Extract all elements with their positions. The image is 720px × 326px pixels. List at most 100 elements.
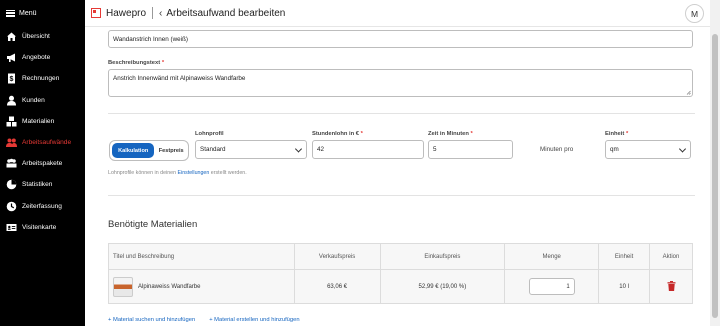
einheit-label-text: Einheit [605,131,625,137]
table-row: Alpinaweiss Wandfarbe 63,06 € 52,99 € (1… [108,269,693,304]
menge-input[interactable]: 1 [528,278,575,295]
column-header: Aktion [649,243,693,270]
sidebar-item-label: Rechnungen [22,75,60,83]
sidebar-item-label: Arbeitspakete [22,160,63,168]
sidebar-item-label: Statistiken [22,181,53,189]
svg-text:$: $ [10,76,14,83]
search-material-link[interactable]: + Material suchen und hinzufügen [108,317,195,323]
einheit-label: Einheit * [605,131,628,137]
sidebar-item-arbeitspakete[interactable]: Arbeitspakete [0,153,85,174]
sidebar-item-statistiken[interactable]: Statistiken [0,174,85,195]
top-bar: Hawepro ‹ Arbeitsaufwand bearbeiten M [85,0,710,27]
menge-cell: 1 [504,269,600,304]
material-title: Alpinaweiss Wandfarbe [138,283,201,290]
einkaufspreis-cell: 52,99 € (19,00 %) [380,269,506,304]
hamburger-icon [6,9,15,17]
package-icon [6,158,17,169]
materials-table: Titel und Beschreibung Verkaufspreis Ein… [108,243,693,304]
stundenlohn-input[interactable]: 42 [312,140,424,159]
required-mark: * [625,131,629,137]
einheit-cell: 10 l [598,269,651,304]
menu-toggle[interactable]: Menü [6,6,37,20]
sidebar-item-visitenkarte[interactable]: Visitenkarte [0,217,85,238]
kalkulation-toggle[interactable]: Kalkulation [112,143,155,158]
materials-section-title: Benötigte Materialien [108,219,198,230]
sidebar-item-label: Materialien [22,117,55,125]
stundenlohn-label: Stundenlohn in € * [312,131,363,137]
product-thumbnail [113,276,133,297]
table-header-row: Titel und Beschreibung Verkaufspreis Ein… [108,243,693,270]
sidebar-item-kunden[interactable]: Kunden [0,90,85,111]
menu-label: Menü [19,9,37,17]
sidebar-item-label: Arbeitsaufwände [22,139,72,147]
title-divider [152,7,154,19]
mode-toggle: Kalkulation Festpreis [109,140,189,161]
sidebar-item-label: Zeiterfassung [22,202,62,210]
sidebar-item-label: Übersicht [22,33,50,41]
festpreis-toggle[interactable]: Festpreis [156,143,186,158]
name-input[interactable]: Wandanstrich Innen (weiß) [108,30,693,48]
lohnprofil-select[interactable]: Standard [195,140,307,159]
scrollbar-thumb[interactable] [712,34,718,318]
column-header: Menge [504,243,600,270]
sidebar-item-label: Kunden [22,96,45,104]
resize-handle-icon[interactable] [686,90,691,95]
lohnprofil-label: Lohnprofil [195,131,224,137]
einheit-select[interactable]: qm [605,140,691,159]
page-title: Arbeitsaufwand bearbeiten [166,7,286,19]
pie-chart-icon [6,179,17,190]
description-label: Beschreibungstext * [108,60,164,66]
required-mark: * [360,131,363,137]
sidebar-item-zeiterfassung[interactable]: Zeiterfassung [0,196,85,217]
sidebar-item-uebersicht[interactable]: Übersicht [0,26,85,47]
sidebar-nav: Übersicht Angebote $ Rechnungen Kunden M… [0,26,85,238]
user-icon [6,95,17,106]
app-name: Hawepro [106,7,147,19]
description-textarea[interactable]: Anstrich Innenwänd mit Alpinaweiss Wandf… [108,69,693,97]
einheit-value: qm [610,146,619,153]
einstellungen-link[interactable]: Einstellungen [178,170,210,176]
sidebar-item-materialien[interactable]: Materialien [0,111,85,132]
megaphone-icon [6,52,17,63]
description-label-text: Beschreibungstext [108,60,161,66]
create-material-link[interactable]: + Material erstellen und hinzufügen [209,317,299,323]
material-title-cell: Alpinaweiss Wandfarbe [108,269,295,304]
divider [108,195,695,196]
zeit-label: Zeit in Minuten * [428,131,473,137]
material-links: + Material suchen und hinzufügen + Mater… [108,317,300,323]
scrollbar[interactable] [710,0,720,326]
chevron-down-icon [294,144,303,153]
sidebar-item-label: Visitenkarte [22,223,57,231]
clock-icon [6,201,17,212]
avatar[interactable]: M [685,4,704,23]
invoice-icon: $ [6,73,17,84]
hint-prefix: Lohnprofile können in deinen [108,170,178,176]
stundenlohn-label-text: Stundenlohn in € [312,131,360,137]
zeit-input[interactable]: 5 [428,140,513,159]
trash-icon[interactable] [667,280,676,291]
id-card-icon [6,222,17,233]
hawepro-logo-icon [91,8,101,18]
lohnprofil-value: Standard [200,146,226,153]
verkaufspreis-cell: 63,06 € [294,269,381,304]
divider [108,113,695,114]
column-header: Verkaufspreis [294,243,381,270]
column-header: Titel und Beschreibung [108,243,295,270]
boxes-icon [6,116,17,127]
action-cell [649,269,693,304]
main-content: Wandanstrich Innen (weiß) Beschreibungst… [85,27,710,326]
sidebar: Menü Übersicht Angebote $ Rechnungen Kun… [0,0,85,326]
description-value: Anstrich Innenwänd mit Alpinaweiss Wandf… [113,75,246,82]
back-chevron-icon[interactable]: ‹ [159,8,162,19]
column-header: Einheit [598,243,651,270]
lohnprofil-hint: Lohnprofile können in deinen Einstellung… [108,170,247,176]
sidebar-item-label: Angebote [22,54,51,62]
sidebar-item-angebote[interactable]: Angebote [0,47,85,68]
column-header: Einkaufspreis [380,243,506,270]
home-icon [6,31,17,42]
sidebar-item-rechnungen[interactable]: $ Rechnungen [0,68,85,89]
required-mark: * [161,60,165,66]
sidebar-item-arbeitsaufwaende[interactable]: Arbeitsaufwände [0,132,85,153]
people-icon [6,137,17,148]
zeit-label-text: Zeit in Minuten [428,131,469,137]
